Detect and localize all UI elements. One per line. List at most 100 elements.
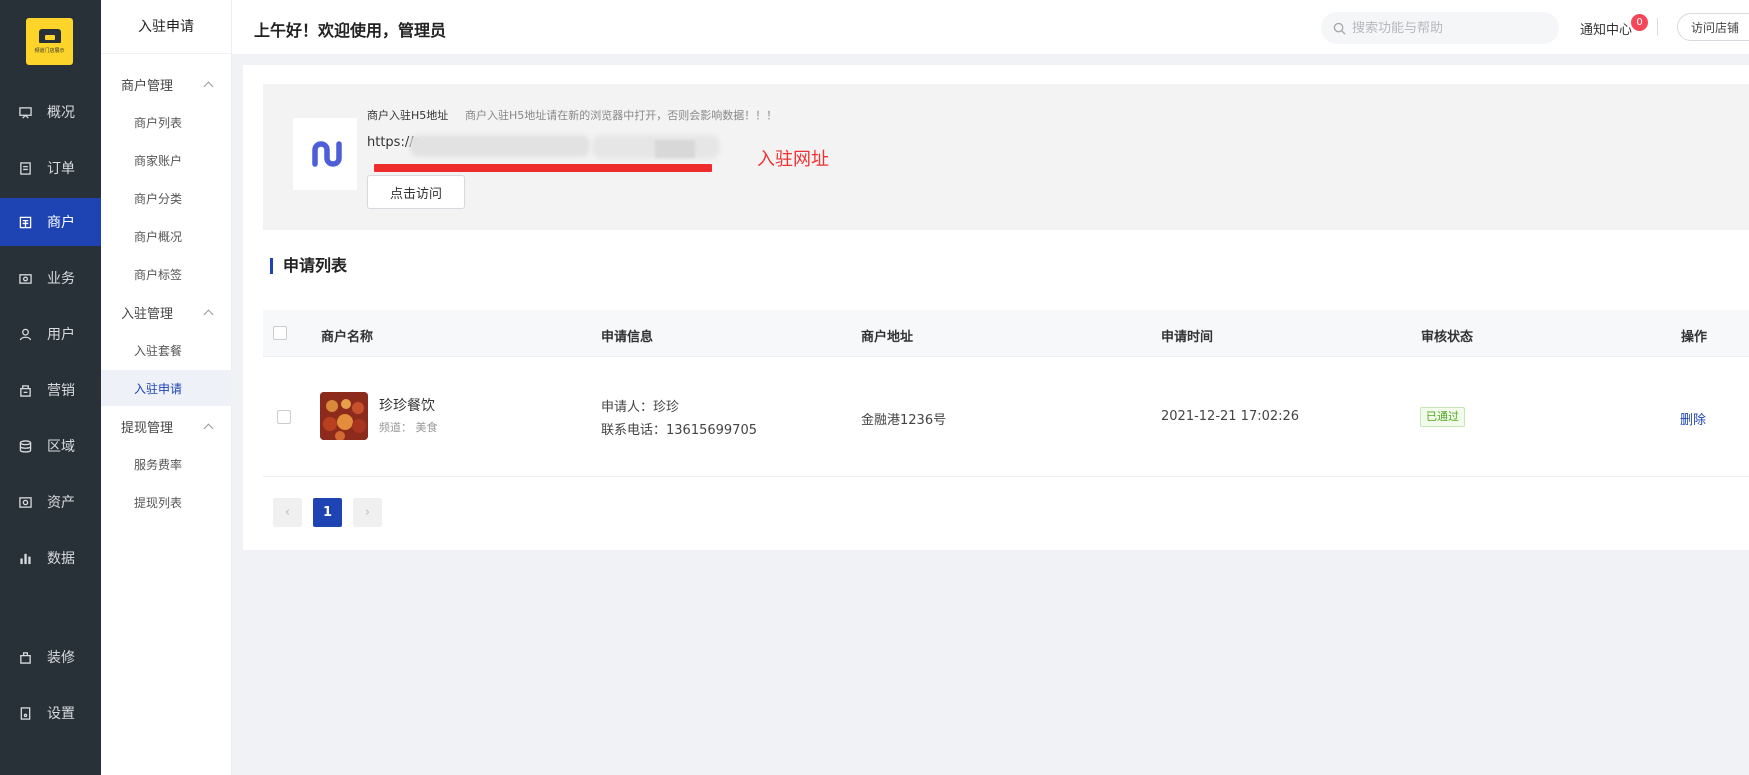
chevron-up-icon bbox=[203, 81, 214, 91]
sidebar-item-overview[interactable]: 概况 bbox=[0, 88, 101, 136]
sidebar-item-label: 用户 bbox=[47, 327, 75, 343]
status-badge: 已通过 bbox=[1420, 407, 1465, 427]
sidebar-item-decorate[interactable]: 装修 bbox=[0, 633, 101, 681]
subnav-item-withdrawal-list[interactable]: 提现列表 bbox=[101, 484, 232, 520]
sidebar-item-label: 资产 bbox=[47, 495, 75, 511]
sidebar-item-label: 区域 bbox=[47, 439, 75, 455]
sidebar-item-settings[interactable]: 设置 bbox=[0, 689, 101, 737]
sidebar-item-label: 装修 bbox=[47, 650, 75, 666]
chevron-left-icon: ‹ bbox=[284, 505, 291, 520]
subnav-group-label: 入驻管理 bbox=[121, 306, 174, 322]
link-icon bbox=[293, 118, 357, 190]
subnav-item-service-fee[interactable]: 服务费率 bbox=[101, 446, 232, 482]
subnav-group-merchant-management[interactable]: 商户管理 bbox=[101, 68, 232, 100]
select-all-checkbox[interactable] bbox=[273, 326, 287, 340]
url-redaction bbox=[655, 140, 695, 158]
order-icon bbox=[19, 161, 32, 175]
sidebar-item-data[interactable]: 数据 bbox=[0, 534, 101, 582]
store-icon bbox=[38, 29, 61, 43]
visit-store-button[interactable]: 访问店铺 bbox=[1677, 13, 1749, 41]
application-time: 2021-12-21 17:02:26 bbox=[1161, 409, 1300, 424]
table-row bbox=[263, 357, 1749, 477]
applicant-name: 申请人：珍珍 bbox=[601, 400, 680, 415]
chevron-up-icon bbox=[203, 309, 214, 319]
asset-icon bbox=[19, 496, 32, 509]
h5-address-label: 商户入驻H5地址 bbox=[367, 109, 449, 122]
subnav-group-onboarding-management[interactable]: 入驻管理 bbox=[101, 296, 232, 328]
search-box[interactable] bbox=[1321, 12, 1559, 44]
merchant-icon bbox=[19, 216, 32, 229]
business-icon bbox=[19, 272, 32, 285]
search-icon bbox=[1333, 22, 1346, 35]
sidebar-item-label: 订单 bbox=[47, 161, 75, 177]
sidebar-item-label: 设置 bbox=[47, 706, 75, 722]
url-underline-annotation bbox=[374, 164, 712, 172]
sidebar-item-merchants[interactable]: 商户 bbox=[0, 198, 101, 246]
subnav-item-merchant-categories[interactable]: 商户分类 bbox=[101, 180, 232, 216]
section-title: 申请列表 bbox=[270, 258, 347, 274]
column-header: 操作 bbox=[1681, 330, 1708, 345]
chevron-right-icon: › bbox=[364, 505, 371, 520]
subnav-group-withdrawal-management[interactable]: 提现管理 bbox=[101, 410, 232, 442]
column-header: 申请信息 bbox=[601, 330, 654, 345]
merchant-address: 金融港1236号 bbox=[861, 413, 947, 428]
sidebar-item-label: 数据 bbox=[47, 551, 75, 567]
subnav-item-merchant-accounts[interactable]: 商家账户 bbox=[101, 142, 232, 178]
top-header: 上午好！欢迎使用，管理员 通知中心 0 访问店铺 bbox=[232, 0, 1749, 54]
applicant-phone: 联系电话：13615699705 bbox=[601, 423, 757, 438]
greeting: 上午好！欢迎使用，管理员 bbox=[254, 21, 447, 40]
table-header: 商户名称 申请信息 商户地址 申请时间 审核状态 操作 bbox=[263, 310, 1749, 357]
logo-text: 频道门店展示 bbox=[34, 48, 65, 54]
sidebar-item-label: 业务 bbox=[47, 271, 75, 287]
notification-center[interactable]: 通知中心 bbox=[1580, 19, 1632, 38]
subnav-item-onboarding-packages[interactable]: 入驻套餐 bbox=[101, 332, 232, 368]
url-redaction bbox=[410, 135, 590, 157]
secondary-sidebar: 入驻申请 商户管理 商户列表 商家账户 商户分类 商户概况 商户标签 入驻管理 … bbox=[101, 0, 232, 775]
decorate-icon bbox=[19, 651, 32, 664]
delete-link[interactable]: 删除 bbox=[1680, 409, 1706, 428]
prev-page-button[interactable]: ‹ bbox=[273, 498, 302, 527]
user-icon bbox=[19, 328, 32, 341]
app-logo[interactable]: 频道门店展示 bbox=[26, 18, 73, 65]
subnav-item-merchant-tags[interactable]: 商户标签 bbox=[101, 256, 232, 292]
sidebar-item-region[interactable]: 区域 bbox=[0, 422, 101, 470]
subnav-title: 入驻申请 bbox=[101, 0, 231, 54]
visit-link-button[interactable]: 点击访问 bbox=[367, 175, 465, 209]
column-header: 申请时间 bbox=[1161, 330, 1214, 345]
next-page-button[interactable]: › bbox=[353, 498, 382, 527]
settings-icon bbox=[19, 706, 32, 720]
data-icon bbox=[19, 552, 32, 565]
search-input[interactable] bbox=[1352, 20, 1552, 36]
h5-address-tip: 商户入驻H5地址请在新的浏览器中打开，否则会影响数据！！！ bbox=[465, 109, 778, 122]
sidebar-item-assets[interactable]: 资产 bbox=[0, 478, 101, 526]
chevron-up-icon bbox=[203, 423, 214, 433]
sidebar-item-orders[interactable]: 订单 bbox=[0, 144, 101, 192]
subnav-group-label: 商户管理 bbox=[121, 78, 174, 94]
row-checkbox[interactable] bbox=[277, 410, 291, 424]
primary-sidebar: 频道门店展示 概况 订单 商户 业务 用户 营销 区域 资产 数据 装修 设置 bbox=[0, 0, 101, 775]
merchant-channel: 频道： 美食 bbox=[379, 421, 438, 434]
sidebar-item-business[interactable]: 业务 bbox=[0, 254, 101, 302]
header-divider bbox=[1657, 18, 1658, 36]
page-number-button[interactable]: 1 bbox=[313, 498, 342, 527]
column-header: 审核状态 bbox=[1421, 330, 1474, 345]
h5-address-panel bbox=[263, 84, 1749, 230]
merchant-avatar bbox=[320, 392, 368, 440]
column-header: 商户名称 bbox=[321, 330, 374, 345]
region-icon bbox=[19, 439, 32, 453]
subnav-item-merchant-overview[interactable]: 商户概况 bbox=[101, 218, 232, 254]
marketing-icon bbox=[19, 384, 32, 397]
subnav-item-merchant-list[interactable]: 商户列表 bbox=[101, 104, 232, 140]
subnav-item-onboarding-applications[interactable]: 入驻申请 bbox=[101, 370, 232, 406]
sidebar-item-marketing[interactable]: 营销 bbox=[0, 366, 101, 414]
column-header: 商户地址 bbox=[861, 330, 914, 345]
sidebar-item-label: 商户 bbox=[47, 215, 75, 231]
notification-badge: 0 bbox=[1631, 14, 1648, 31]
subnav-group-label: 提现管理 bbox=[121, 420, 174, 436]
merchant-name[interactable]: 珍珍餐饮 bbox=[379, 395, 435, 415]
sidebar-item-users[interactable]: 用户 bbox=[0, 310, 101, 358]
sidebar-item-label: 营销 bbox=[47, 383, 75, 399]
overview-icon bbox=[19, 106, 32, 119]
url-annotation: 入驻网址 bbox=[757, 149, 829, 170]
sidebar-item-label: 概况 bbox=[47, 105, 75, 121]
